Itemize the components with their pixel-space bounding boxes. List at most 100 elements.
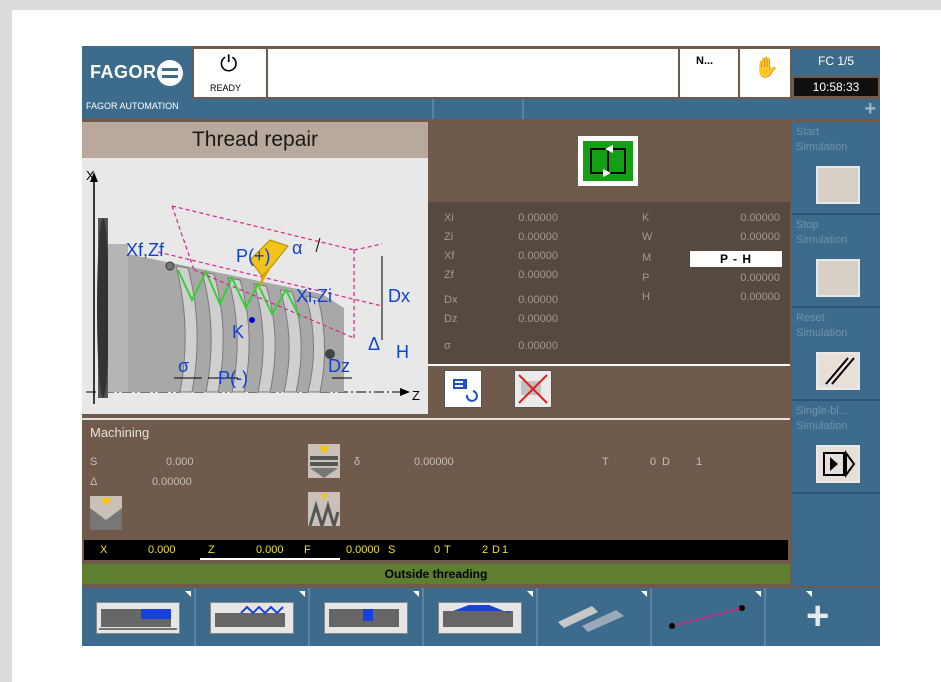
page-indicator: FC 1/5 (792, 49, 880, 76)
profile-softkey[interactable] (424, 588, 538, 646)
dx-label: Dx (388, 286, 410, 306)
param-xi-value[interactable]: 0.00000 (488, 212, 558, 224)
param-zf-value[interactable]: 0.00000 (488, 269, 558, 281)
cnc-screen: FAGOR FAGOR AUTOMATION ⏻ READY N... ✋ FC… (82, 46, 880, 646)
param-dx-value[interactable]: 0.00000 (488, 294, 558, 306)
p-minus-label: P(-) (218, 368, 248, 388)
xf-zf-label: Xf,Zf (126, 240, 165, 260)
param-sigma-label: σ (444, 340, 451, 352)
sigma-label: σ (178, 356, 189, 376)
stop-simulation-softkey[interactable]: Stop Simulation (792, 215, 880, 308)
cycle-title: Thread repair (82, 122, 428, 158)
positioning-icon (666, 602, 748, 632)
z-axis-label: Z (412, 388, 420, 403)
start-simulation-softkey[interactable]: Start Simulation (792, 122, 880, 215)
threading-icon (210, 602, 294, 634)
z-position-label: Z (208, 544, 215, 556)
p-plus-label: P(+) (236, 246, 271, 266)
spindle-speed-label: S (90, 456, 98, 468)
operation-name-bar: Outside threading (82, 564, 790, 584)
start-point-xf (165, 261, 175, 271)
cycle-path-svg (590, 145, 626, 177)
tool-position-icon[interactable] (90, 496, 122, 530)
cycle-type-area (428, 122, 790, 200)
param-zi-value[interactable]: 0.00000 (488, 231, 558, 243)
drilling-softkey[interactable] (538, 588, 652, 646)
offset-value[interactable]: 1 (696, 456, 702, 468)
hand-icon: ✋ (754, 57, 779, 79)
more-softkeys-button[interactable]: + (766, 588, 880, 646)
clock: 10:58:33 (794, 78, 878, 96)
k-label: K (232, 322, 244, 342)
param-h-value[interactable]: 0.00000 (710, 291, 780, 303)
thread-type-icon[interactable] (308, 492, 340, 532)
softkey-label: Start Simulation (796, 126, 848, 153)
status-label: READY (210, 83, 242, 93)
grooving-icon (324, 602, 408, 634)
spindle-value: 0 (434, 544, 441, 556)
tool-status-value: 2 (482, 544, 489, 556)
param-w-value[interactable]: 0.00000 (710, 231, 780, 243)
softkey-label: Reset Simulation (796, 312, 848, 339)
coolant-off-button[interactable] (514, 370, 552, 408)
softkey-label: Stop Simulation (796, 219, 848, 246)
param-sigma-value[interactable]: 0.00000 (488, 340, 558, 352)
param-dz-value[interactable]: 0.00000 (488, 313, 558, 325)
tool-change-button[interactable] (444, 370, 482, 408)
brand-subtitle: FAGOR AUTOMATION (86, 101, 179, 111)
workpiece-shoulder (108, 244, 128, 392)
cycle-type-button[interactable] (578, 136, 638, 186)
param-xf-value[interactable]: 0.00000 (488, 250, 558, 262)
brand-name: FAGOR (90, 62, 157, 82)
status-underline (200, 558, 340, 560)
param-dz-label: Dz (444, 313, 458, 325)
cycle-type-icon (583, 141, 633, 181)
reset-simulation-softkey[interactable]: Reset Simulation (792, 308, 880, 401)
thread-diagram-svg: X Z Xf,Zf Xi,Zi P(+) P(-) α Dx Dz K σ Δ … (86, 168, 420, 404)
single-block-simulation-softkey[interactable]: Single-bl... Simulation (792, 401, 880, 494)
fagor-logo-icon (157, 60, 183, 86)
position-status-bar: X 0.000 Z 0.000 F 0.0000 S 0 T 2 D 1 (84, 540, 788, 560)
positioning-softkey[interactable] (652, 588, 766, 646)
offset-status-label: D (492, 544, 500, 556)
param-p-label: P (642, 272, 650, 284)
small-delta-value[interactable]: 0.00000 (414, 456, 454, 468)
grooving-softkey[interactable] (310, 588, 424, 646)
turning-softkey[interactable] (82, 588, 196, 646)
h-label: H (396, 342, 409, 362)
header-divider (522, 99, 524, 119)
drilling-icon (552, 602, 634, 632)
message-area (268, 49, 678, 97)
single-block-icon (816, 445, 860, 483)
spindle-speed-value[interactable]: 0.000 (166, 456, 194, 468)
param-m-selector[interactable]: P - H (690, 251, 782, 267)
submenu-indicator (641, 591, 647, 597)
header-strip: + (192, 99, 880, 119)
param-xf-label: Xf (444, 250, 455, 262)
param-k-value[interactable]: 0.00000 (710, 212, 780, 224)
threading-softkey[interactable] (196, 588, 310, 646)
param-zi-label: Zi (444, 231, 454, 243)
infeed-icon[interactable] (308, 444, 340, 478)
window-frame-left (0, 0, 12, 682)
submenu-indicator (755, 591, 761, 597)
param-h-label: H (642, 291, 650, 303)
k-point (249, 317, 255, 323)
turning-icon (96, 602, 180, 634)
param-p-value[interactable]: 0.00000 (710, 272, 780, 284)
x-position-label: X (100, 544, 108, 556)
header-divider (432, 99, 434, 119)
x-axis-label: X (86, 168, 95, 183)
tool-change-icon (453, 379, 478, 402)
manual-mode-indicator: ✋ (740, 49, 790, 97)
feed-label: F (304, 544, 311, 556)
stop-simulation-icon (816, 259, 860, 297)
tool-value[interactable]: 0 (650, 456, 656, 468)
fagor-logo: FAGOR FAGOR AUTOMATION (82, 46, 192, 118)
pass-depth-value[interactable]: 0.00000 (152, 476, 192, 488)
param-dx-label: Dx (444, 294, 458, 306)
pass-depth-label: Δ (90, 476, 98, 488)
offset-status-value: 1 (502, 544, 509, 556)
small-delta-label: δ (354, 456, 361, 468)
softkey-empty (792, 494, 880, 586)
